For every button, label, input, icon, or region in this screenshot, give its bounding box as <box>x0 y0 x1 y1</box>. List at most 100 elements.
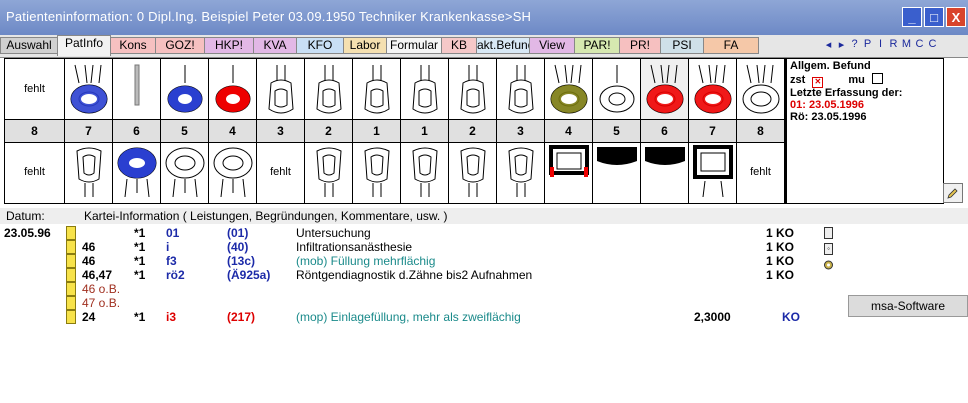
entry-description: Röntgendiagnostik d.Zähne bis2 Aufnahmen <box>296 268 533 282</box>
tooth-number: 7 <box>65 120 113 142</box>
lower-tooth-45[interactable] <box>161 141 209 203</box>
upper-tooth-23[interactable] <box>497 59 545 119</box>
lower-tooth-44[interactable] <box>209 141 257 203</box>
gear-icon[interactable] <box>823 259 834 271</box>
tab-labor[interactable]: Labor <box>343 37 387 54</box>
help-icon[interactable]: ? <box>849 38 860 51</box>
upper-tooth-27[interactable] <box>689 59 737 119</box>
tab-hkp[interactable]: HKP! <box>204 37 254 54</box>
upper-tooth-25[interactable] <box>593 59 641 119</box>
close-button[interactable]: X <box>946 7 966 27</box>
tooth-number: 2 <box>449 120 497 142</box>
missing-label: fehlt <box>24 83 45 95</box>
prev-icon[interactable]: ◂ <box>823 38 834 51</box>
record-entry[interactable]: 46,47 *1 rö2 (Ä925a) Röntgendiagnostik d.Zäh… <box>4 268 834 283</box>
msa-software-button[interactable]: msa-Software <box>848 295 968 317</box>
mu-checkbox[interactable] <box>871 73 883 84</box>
entry-marker <box>66 268 76 282</box>
tab-kva[interactable]: KVA <box>253 37 297 54</box>
record-entry[interactable]: 46 *1 f3 (13c) (mob) Füllung mehrflächig 1 KO <box>4 254 834 269</box>
nav-c-button[interactable]: C <box>914 38 925 51</box>
lower-tooth-43[interactable]: fehlt <box>257 141 305 203</box>
tab-goz[interactable]: GOZ! <box>155 37 205 54</box>
xray-date: Rö: 23.05.1996 <box>790 111 867 123</box>
lower-tooth-32[interactable] <box>449 141 497 203</box>
nav-r-button[interactable]: R <box>888 38 899 51</box>
tab-kb[interactable]: KB <box>441 37 477 54</box>
lower-tooth-31[interactable] <box>401 141 449 203</box>
upper-tooth-28[interactable] <box>737 59 785 119</box>
lower-tooth-35[interactable] <box>593 141 641 203</box>
entry-multiplier: *1 <box>134 310 146 324</box>
lower-tooth-36[interactable] <box>641 141 689 203</box>
entry-multiplier: *1 <box>134 268 146 282</box>
next-icon[interactable]: ▸ <box>836 38 847 51</box>
lower-tooth-41[interactable] <box>353 141 401 203</box>
tab-kons[interactable]: Kons <box>110 37 156 54</box>
entry-tooth: 47 o.B. <box>82 296 121 310</box>
lower-tooth-42[interactable] <box>305 141 353 203</box>
lower-tooth-37[interactable] <box>689 141 737 203</box>
entry-marker <box>66 240 76 254</box>
upper-tooth-13[interactable] <box>257 59 305 119</box>
upper-tooth-11[interactable] <box>353 59 401 119</box>
zst-checkbox[interactable]: ✕ <box>812 77 824 88</box>
record-entry[interactable]: 23.05.96 *1 01 (01) Untersuchung 1 KO <box>4 226 834 241</box>
window-title: Patienteninformation: 0 Dipl.Ing. Beispi… <box>6 9 532 24</box>
lower-tooth-46[interactable] <box>113 141 161 203</box>
minimize-button[interactable]: _ <box>902 7 922 27</box>
entry-unit: 1 KO <box>766 226 795 240</box>
missing-label: fehlt <box>270 166 291 178</box>
tab-aktbefund[interactable]: akt.Befund <box>476 37 534 54</box>
upper-tooth-14[interactable] <box>209 59 257 119</box>
upper-tooth-12[interactable] <box>305 59 353 119</box>
entry-code: f3 <box>166 254 177 268</box>
nav-p-button[interactable]: P <box>862 38 873 51</box>
tab-auswahl[interactable]: Auswahl <box>0 37 58 54</box>
entry-tooth: 46 <box>82 240 96 254</box>
lower-tooth-47[interactable] <box>65 141 113 203</box>
nav-i-button[interactable]: I <box>875 38 886 51</box>
tab-fa[interactable]: FA <box>703 37 759 54</box>
upper-tooth-15[interactable] <box>161 59 209 119</box>
upper-tooth-17[interactable] <box>65 59 113 119</box>
upper-tooth-16[interactable] <box>113 59 161 119</box>
tab-kfo[interactable]: KFO <box>296 37 344 54</box>
findings-title: Allgem. Befund <box>790 60 871 72</box>
record-entry[interactable]: 47 o.B. <box>4 296 834 311</box>
upper-tooth-26[interactable] <box>641 59 689 119</box>
upper-tooth-18[interactable]: fehlt <box>5 59 65 119</box>
entry-date: 23.05.96 <box>4 226 51 240</box>
entry-description: Untersuchung <box>296 226 371 240</box>
entry-marker <box>66 226 76 240</box>
lower-tooth-34[interactable] <box>545 141 593 203</box>
tab-pr[interactable]: PR! <box>619 37 661 54</box>
upper-tooth-22[interactable] <box>449 59 497 119</box>
tab-patinfo[interactable]: PatInfo <box>57 35 111 56</box>
magnifier-icon[interactable]: ◦ <box>824 243 833 255</box>
record-entry[interactable]: 46 *1 i (40) Infiltrationsanästhesie 1 KO <box>4 240 834 255</box>
upper-tooth-21[interactable] <box>401 59 449 119</box>
lower-tooth-48[interactable]: fehlt <box>5 141 65 203</box>
lower-tooth-33[interactable] <box>497 141 545 203</box>
upper-teeth-row: fehlt <box>5 59 785 119</box>
nav-m-button[interactable]: M <box>901 38 912 51</box>
tab-formular[interactable]: Formular <box>386 37 442 54</box>
edit-pencil-icon[interactable] <box>943 183 963 203</box>
record-entry[interactable]: 46 o.B. <box>4 282 834 297</box>
tab-par[interactable]: PAR! <box>574 37 620 54</box>
mu-label: mu <box>848 74 865 86</box>
upper-tooth-24[interactable] <box>545 59 593 119</box>
entry-multiplier: *1 <box>134 240 146 254</box>
document-icon[interactable] <box>824 227 833 239</box>
lower-tooth-38[interactable]: fehlt <box>737 141 785 203</box>
record-entry[interactable]: 24 *1 i3 (217) (mop) Einlagefüllung, mehr al… <box>4 310 834 325</box>
tooth-number: 2 <box>305 120 353 142</box>
entry-code: rö2 <box>166 268 185 282</box>
tab-psi[interactable]: PSI <box>660 37 704 54</box>
tab-view[interactable]: View <box>529 37 575 54</box>
tooth-number: 7 <box>689 120 737 142</box>
maximize-button[interactable]: □ <box>924 7 944 27</box>
nav-c2-button[interactable]: C <box>927 38 938 51</box>
tooth-number: 4 <box>209 120 257 142</box>
